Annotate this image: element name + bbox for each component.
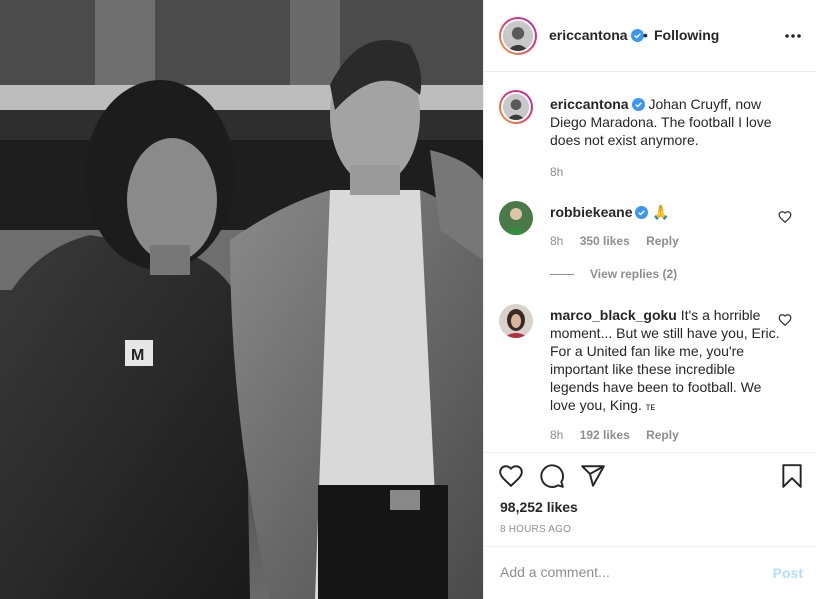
comment-avatar[interactable]: [499, 201, 533, 235]
comment-icon[interactable]: [539, 463, 565, 489]
comment-like-heart-icon[interactable]: [778, 210, 792, 224]
view-replies-label[interactable]: View replies (2): [590, 267, 677, 281]
avatar-image: [499, 201, 533, 235]
caption-time[interactable]: 8h: [550, 165, 563, 179]
comment-meta: 8h 350 likes Reply: [550, 234, 692, 248]
comment-likes[interactable]: 350 likes: [580, 234, 630, 248]
add-comment-input[interactable]: [500, 561, 760, 583]
post-detail-panel: ericcantona • Following ericcantona Joha…: [483, 0, 816, 599]
comments-section: ericcantona Johan Cruyff, now Diego Mara…: [484, 73, 816, 452]
bookmark-icon[interactable]: [779, 463, 805, 489]
avatar-image: [503, 94, 529, 120]
view-replies-button[interactable]: View replies (2): [550, 267, 677, 281]
comment-text: 🙏: [652, 204, 670, 220]
comment-text-block: robbiekeane 🙏: [550, 203, 782, 221]
heart-icon[interactable]: [498, 463, 524, 489]
comment-text-block: marco_black_goku It's a horrible moment.…: [550, 306, 782, 417]
post-comment-button[interactable]: Post: [773, 565, 803, 581]
caption-username[interactable]: ericcantona: [550, 96, 629, 112]
likes-count[interactable]: 98,252 likes: [500, 499, 578, 515]
comment-reply-button[interactable]: Reply: [646, 234, 679, 248]
share-icon[interactable]: [580, 463, 606, 489]
comment-avatar[interactable]: [499, 304, 533, 338]
post-photo[interactable]: M: [0, 0, 483, 599]
comment-time[interactable]: 8h: [550, 234, 563, 248]
verified-badge-icon: [630, 29, 644, 42]
comment-reply-button[interactable]: Reply: [646, 428, 679, 442]
author-username-text[interactable]: ericcantona: [549, 27, 628, 43]
add-comment-bar: Post: [484, 546, 816, 599]
following-button[interactable]: Following: [654, 27, 719, 43]
comment-meta: 8h 192 likes Reply: [550, 428, 692, 442]
see-translation-label[interactable]: ᴛᴇ: [646, 402, 655, 413]
author-username[interactable]: ericcantona: [549, 27, 644, 43]
caption-avatar[interactable]: [499, 90, 533, 124]
post-actions: 98,252 likes 8 HOURS AGO: [484, 452, 816, 546]
verified-badge-icon: [635, 206, 649, 219]
verified-badge-icon: [631, 98, 645, 111]
more-horizontal-icon[interactable]: [783, 26, 803, 46]
post-time-ago[interactable]: 8 HOURS AGO: [500, 524, 571, 535]
comment-time[interactable]: 8h: [550, 428, 563, 442]
post-image: M: [0, 0, 483, 599]
post-header: ericcantona • Following: [484, 0, 816, 72]
author-avatar[interactable]: [499, 17, 537, 55]
header-separator: •: [643, 27, 648, 43]
view-replies-line: [550, 274, 574, 276]
comment-like-heart-icon[interactable]: [778, 313, 792, 327]
svg-text:M: M: [131, 347, 144, 364]
comment-username[interactable]: robbiekeane: [550, 204, 632, 220]
caption-meta: 8h: [550, 165, 576, 179]
avatar-image: [503, 21, 533, 51]
comment-likes[interactable]: 192 likes: [580, 428, 630, 442]
avatar-image: [499, 304, 533, 338]
caption-text-block: ericcantona Johan Cruyff, now Diego Mara…: [550, 95, 782, 149]
comment-username[interactable]: marco_black_goku: [550, 307, 677, 323]
